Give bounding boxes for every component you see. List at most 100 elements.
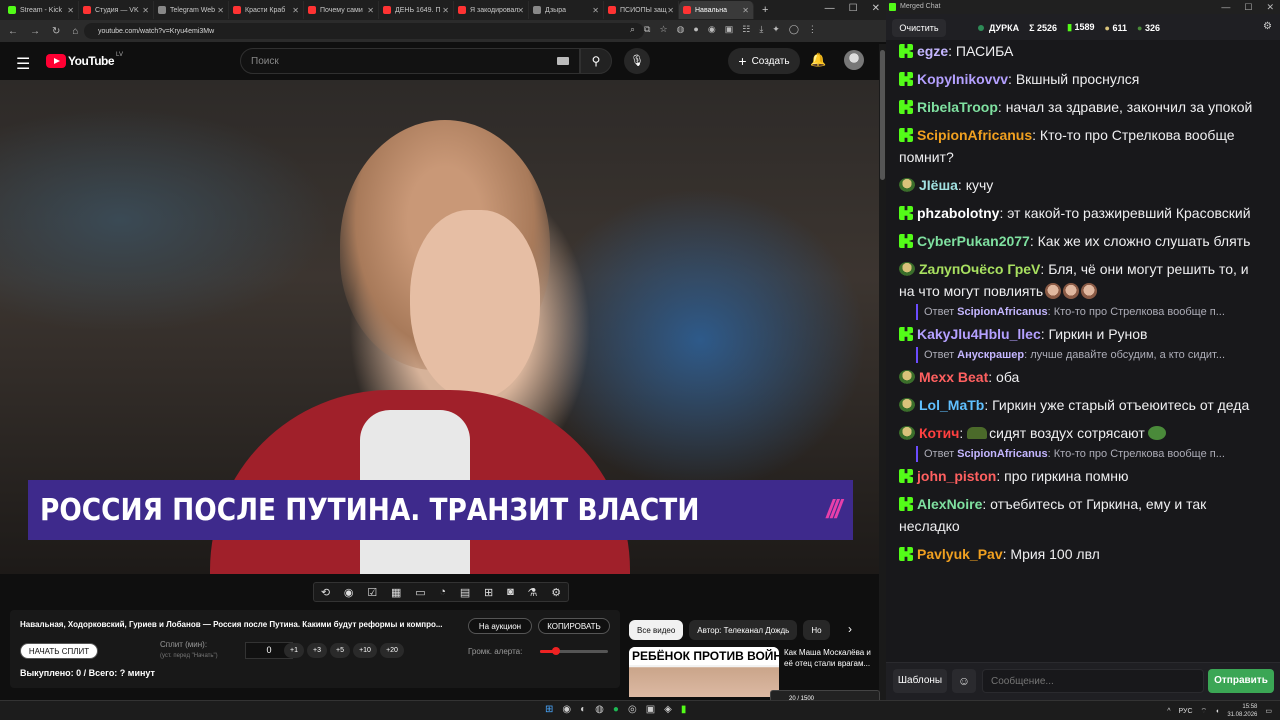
- speedometer-icon[interactable]: ◔: [439, 586, 446, 598]
- menu-icon[interactable]: ☰: [16, 54, 30, 74]
- browser-tab[interactable]: Я закодировал ✕: [454, 1, 529, 19]
- emoji-button[interactable]: ☺: [952, 669, 976, 693]
- chat-username[interactable]: ScipionAfricanus: [917, 127, 1032, 143]
- copy-button[interactable]: КОПИРОВАТЬ: [538, 618, 610, 634]
- extensions-puzzle-icon[interactable]: ✦: [772, 24, 780, 35]
- install-icon[interactable]: ⧉: [644, 24, 650, 35]
- close-icon[interactable]: ✕: [1266, 0, 1274, 14]
- back-icon[interactable]: ←: [8, 26, 18, 37]
- create-button[interactable]: + Создать: [728, 48, 800, 74]
- terminal-icon[interactable]: ▣: [646, 704, 655, 715]
- playlist-check-icon[interactable]: ☑: [367, 586, 377, 599]
- browser-tab[interactable]: Студия — VK ✕: [79, 1, 154, 19]
- avatar[interactable]: [844, 50, 864, 70]
- notifications-icon[interactable]: ▭: [1265, 707, 1272, 715]
- browser-tab-active[interactable]: Навальна ✕: [679, 1, 754, 19]
- browser-tab[interactable]: Красти Краб ✕: [229, 1, 304, 19]
- url-field[interactable]: youtube.com/watch?v=Kryu4emi3Mw: [84, 23, 644, 39]
- slider-knob[interactable]: [551, 647, 560, 655]
- network-icon[interactable]: ⌔: [1201, 707, 1208, 716]
- add-box-icon[interactable]: ⊞: [484, 586, 493, 599]
- audio-icon[interactable]: ◉: [344, 586, 354, 599]
- mic-button[interactable]: 🎙: [624, 48, 650, 74]
- add-20-button[interactable]: +20: [380, 643, 404, 658]
- search-input[interactable]: Поиск: [240, 48, 580, 74]
- message-input[interactable]: [982, 669, 1204, 693]
- spotify-icon[interactable]: ●: [613, 704, 619, 715]
- search-button[interactable]: ⚲: [580, 48, 612, 74]
- add-3-button[interactable]: +3: [307, 643, 327, 658]
- volume-icon[interactable]: ◖: [1215, 708, 1219, 715]
- downloads-icon[interactable]: ⤓: [759, 24, 763, 35]
- extension-icon[interactable]: ◍: [677, 24, 685, 35]
- chat-username[interactable]: egze: [917, 43, 948, 59]
- camera-icon[interactable]: ◙: [507, 586, 514, 598]
- language-indicator[interactable]: РУС: [1178, 708, 1192, 715]
- obs-icon[interactable]: ◎: [628, 704, 637, 715]
- alert-volume-slider[interactable]: [540, 647, 608, 655]
- chat-username[interactable]: Pavlyuk_Pav: [917, 546, 1003, 562]
- maximize-icon[interactable]: ☐: [1244, 0, 1252, 14]
- chat-username[interactable]: RibelaTroop: [917, 99, 998, 115]
- page-scrollbar[interactable]: [879, 44, 886, 700]
- reload-icon[interactable]: ↻: [52, 26, 60, 37]
- browser-tab[interactable]: ПСИОПЫ защ ✕: [604, 1, 679, 19]
- add-10-button[interactable]: +10: [353, 643, 377, 658]
- chat-username[interactable]: Lol_MaTb: [919, 397, 984, 413]
- chevron-right-icon[interactable]: ›: [848, 622, 852, 636]
- youtube-logo[interactable]: YouTube LV: [46, 52, 123, 68]
- notifications-bell-icon[interactable]: 🔔: [810, 52, 826, 68]
- menu-dots-icon[interactable]: ⋮: [808, 24, 817, 35]
- clear-chat-button[interactable]: Очистить: [892, 19, 946, 37]
- extension-icon[interactable]: ●: [693, 24, 698, 35]
- extension-icon[interactable]: ☷: [742, 24, 750, 35]
- browser-tab[interactable]: Telegram Web ✕: [154, 1, 229, 19]
- clock[interactable]: 15:58 31.08.2026: [1227, 703, 1257, 719]
- chat-username[interactable]: Котич: [919, 425, 959, 441]
- chat-username[interactable]: Mexx Beat: [919, 369, 988, 385]
- templates-button[interactable]: Шаблоны: [893, 669, 947, 693]
- keyboard-icon[interactable]: [557, 57, 569, 65]
- chrome-icon[interactable]: ◉: [562, 704, 571, 715]
- to-auction-button[interactable]: На аукцион: [468, 618, 532, 634]
- kick-app-icon[interactable]: ▮: [681, 704, 687, 715]
- chat-username[interactable]: KopyInikovvv: [917, 71, 1008, 87]
- browser-tab[interactable]: Почему сами ✕: [304, 1, 379, 19]
- recommended-video-thumbnail[interactable]: РЕБЁНОК ПРОТИВ ВОЙНЫ: [629, 647, 779, 697]
- extension-icon[interactable]: ▣: [725, 24, 734, 35]
- chat-username[interactable]: CyberPukan2077: [917, 233, 1030, 249]
- start-split-button[interactable]: НАЧАТЬ СПЛИТ: [20, 643, 98, 659]
- profile-icon[interactable]: ◯: [789, 24, 799, 35]
- picture-icon[interactable]: ▭: [415, 586, 425, 599]
- chat-username[interactable]: john_piston: [917, 468, 996, 484]
- film-icon[interactable]: ▤: [460, 586, 470, 599]
- flask-icon[interactable]: ⚗: [528, 586, 538, 599]
- add-5-button[interactable]: +5: [330, 643, 350, 658]
- discord-icon[interactable]: ◐: [580, 704, 586, 715]
- windows-start-icon[interactable]: ⊞: [545, 704, 553, 715]
- chip-new[interactable]: Но: [803, 620, 830, 640]
- extension-icon[interactable]: ◉: [708, 24, 716, 35]
- minimize-icon[interactable]: —: [825, 3, 835, 14]
- chip-all-videos[interactable]: Все видео: [629, 620, 684, 640]
- steam-icon[interactable]: ◍: [595, 704, 604, 715]
- zoom-icon[interactable]: ⌕: [630, 24, 635, 35]
- send-button[interactable]: Отправить: [1208, 669, 1274, 693]
- gear-icon[interactable]: ⚙: [551, 586, 561, 599]
- app-icon[interactable]: ◈: [664, 704, 672, 715]
- chat-username[interactable]: AlexNoire: [917, 496, 982, 512]
- browser-tab[interactable]: ДЕНЬ 1649. П ✕: [379, 1, 454, 19]
- tray-chevron-icon[interactable]: ^: [1167, 708, 1170, 715]
- video-player[interactable]: РОССИЯ ПОСЛЕ ПУТИНА. ТРАНЗИТ ВЛАСТИ ///: [0, 80, 880, 574]
- bookmark-star-icon[interactable]: ☆: [659, 24, 667, 35]
- clapper-icon[interactable]: ▦: [391, 586, 401, 599]
- chat-username[interactable]: ZалупОчёсо ГреV: [919, 261, 1040, 277]
- chat-username[interactable]: phzabolotny: [917, 205, 999, 221]
- add-1-button[interactable]: +1: [284, 643, 304, 658]
- browser-tab[interactable]: Дзыра ✕: [529, 1, 604, 19]
- loop-icon[interactable]: ⟲: [321, 586, 330, 599]
- forward-icon[interactable]: →: [30, 26, 40, 37]
- settings-gear-icon[interactable]: ⚙: [1263, 21, 1272, 32]
- chat-username[interactable]: KakyJlu4Hblu_llec: [917, 326, 1041, 342]
- chat-username[interactable]: JIёша: [919, 177, 958, 193]
